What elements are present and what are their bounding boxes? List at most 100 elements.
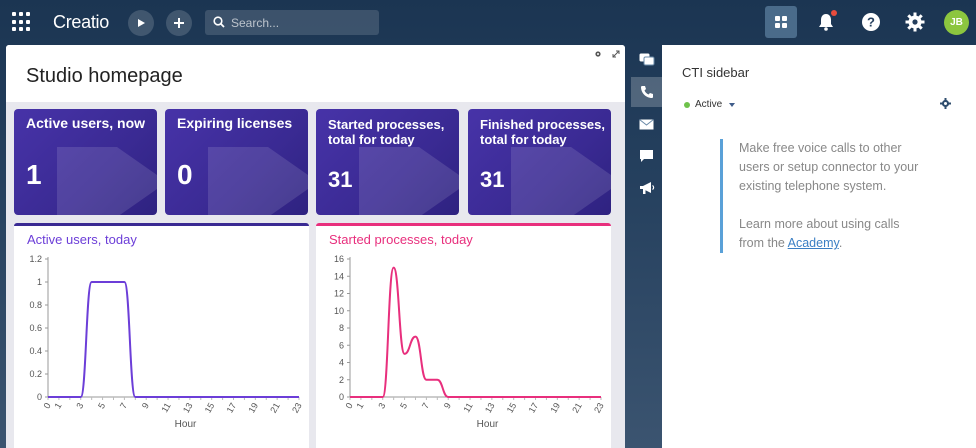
tile-finished-processes[interactable]: Finished processes, total for today 31 bbox=[468, 109, 611, 215]
help-button[interactable]: ? bbox=[860, 11, 882, 33]
x-tick-label: 3 bbox=[74, 401, 85, 410]
tile-caption: Expiring licenses bbox=[177, 115, 293, 131]
svg-text:?: ? bbox=[867, 15, 875, 30]
chart-card-started-processes: Started processes, today 0 2 4 6 8 10 12 14 16 0 1… bbox=[316, 223, 611, 448]
x-tick-label: 0 bbox=[344, 401, 355, 410]
y-tick-label: 0.8 bbox=[29, 300, 42, 310]
y-tick-label: 0 bbox=[37, 392, 42, 402]
series-line bbox=[48, 281, 299, 398]
cti-sidebar: CTI sidebar Active Make free voice calls… bbox=[662, 45, 976, 448]
x-tick-label: 21 bbox=[570, 401, 584, 415]
x-tick-label: 7 bbox=[118, 401, 129, 410]
tile-value: 0 bbox=[177, 159, 193, 190]
search-box[interactable] bbox=[205, 10, 379, 35]
page-title: Studio homepage bbox=[26, 65, 183, 87]
cti-status-selector[interactable]: Active bbox=[684, 99, 736, 110]
tile-expiring-licenses[interactable]: Expiring licenses 0 bbox=[165, 109, 308, 215]
grid-icon bbox=[775, 16, 787, 28]
communication-panel-strip bbox=[631, 45, 662, 448]
apps-menu-icon[interactable] bbox=[12, 12, 32, 32]
x-tick-label: 21 bbox=[268, 401, 282, 415]
started-processes-chart: 02468101214160 1 3 5 7 9 11 13 15 17 19 21 23Hour bbox=[334, 254, 606, 430]
strip-item-chats[interactable] bbox=[631, 45, 662, 75]
panel-settings-icon[interactable] bbox=[594, 50, 602, 58]
tile-active-users[interactable]: Active users, now 1 bbox=[14, 109, 157, 215]
y-tick-label: 4 bbox=[339, 358, 344, 368]
tile-value: 31 bbox=[480, 167, 505, 192]
search-icon bbox=[213, 16, 225, 28]
x-tick-label: 23 bbox=[592, 401, 606, 415]
y-tick-label: 0.6 bbox=[29, 323, 42, 333]
chart-accent-bar bbox=[316, 223, 611, 226]
x-axis-label: Hour bbox=[175, 419, 197, 430]
x-axis-label: Hour bbox=[477, 419, 499, 430]
run-process-button[interactable] bbox=[128, 10, 154, 36]
x-tick-label: 0 bbox=[42, 401, 53, 410]
x-tick-label: 11 bbox=[159, 401, 172, 414]
x-tick-label: 1 bbox=[354, 401, 365, 410]
settings-button[interactable] bbox=[904, 11, 926, 33]
chart-title: Active users, today bbox=[27, 232, 137, 247]
cti-settings-icon[interactable] bbox=[940, 98, 951, 109]
cti-learn-more: Learn more about using calls from the Ac… bbox=[739, 215, 920, 253]
chevron-down-icon bbox=[729, 102, 736, 107]
x-tick-label: 19 bbox=[246, 401, 260, 415]
top-bar: Creatio ? JB bbox=[0, 0, 976, 44]
cti-info-message: Make free voice calls to other users or … bbox=[720, 139, 920, 253]
x-tick-label: 23 bbox=[290, 401, 304, 415]
tile-value: 31 bbox=[328, 167, 353, 192]
cti-learn-more-suffix: . bbox=[838, 236, 843, 250]
expand-icon[interactable] bbox=[612, 50, 620, 58]
x-tick-label: 5 bbox=[96, 401, 107, 410]
envelope-icon bbox=[639, 118, 654, 129]
y-tick-label: 14 bbox=[334, 271, 344, 281]
tile-caption: Finished processes, total for today bbox=[480, 117, 605, 147]
gear-icon bbox=[905, 12, 925, 32]
strip-item-phone[interactable] bbox=[631, 77, 662, 107]
megaphone-icon bbox=[639, 182, 654, 194]
strip-item-feed[interactable] bbox=[631, 141, 662, 171]
x-tick-label: 13 bbox=[483, 401, 497, 415]
y-tick-label: 10 bbox=[334, 306, 344, 316]
tile-caption: Started processes, total for today bbox=[328, 117, 445, 147]
tile-decoration bbox=[57, 147, 157, 215]
x-tick-label: 13 bbox=[181, 401, 195, 415]
tile-started-processes[interactable]: Started processes, total for today 31 bbox=[316, 109, 459, 215]
y-tick-label: 1.2 bbox=[29, 254, 42, 264]
y-tick-label: 0.4 bbox=[29, 346, 42, 356]
x-tick-label: 15 bbox=[505, 401, 519, 415]
studio-homepage-panel: Studio homepage Active users, now 1 Expi… bbox=[6, 45, 625, 448]
strip-item-email[interactable] bbox=[631, 109, 662, 139]
series-line bbox=[350, 266, 601, 398]
phone-icon bbox=[640, 86, 653, 98]
y-tick-label: 8 bbox=[339, 323, 344, 333]
chart-accent-bar bbox=[14, 223, 309, 226]
y-tick-label: 0.2 bbox=[29, 369, 42, 379]
x-tick-label: 3 bbox=[376, 401, 387, 410]
tile-decoration bbox=[208, 147, 308, 215]
notification-badge bbox=[831, 10, 837, 16]
strip-item-announcements[interactable] bbox=[631, 173, 662, 203]
y-tick-label: 6 bbox=[339, 340, 344, 350]
search-input[interactable] bbox=[231, 10, 371, 35]
x-tick-label: 1 bbox=[52, 401, 63, 410]
plus-icon bbox=[174, 18, 184, 28]
user-avatar[interactable]: JB bbox=[944, 10, 969, 35]
y-tick-label: 1 bbox=[37, 277, 42, 287]
chart-card-active-users: Active users, today 0 0.2 0.4 0.6 0.8 1 1.2 0 1 3… bbox=[14, 223, 309, 448]
x-tick-label: 15 bbox=[203, 401, 217, 415]
x-tick-label: 5 bbox=[398, 401, 409, 410]
tile-value: 1 bbox=[26, 159, 42, 190]
status-indicator bbox=[684, 101, 690, 108]
x-tick-label: 19 bbox=[548, 401, 562, 415]
creatio-logo[interactable]: Creatio bbox=[53, 12, 109, 33]
x-tick-label: 9 bbox=[140, 401, 151, 410]
academy-link[interactable]: Academy bbox=[788, 236, 839, 250]
add-record-button[interactable] bbox=[166, 10, 192, 36]
y-tick-label: 0 bbox=[339, 392, 344, 402]
page-header: Studio homepage bbox=[6, 45, 625, 102]
dashboard-grid-button[interactable] bbox=[765, 6, 797, 38]
chart-title: Started processes, today bbox=[329, 232, 473, 247]
x-tick-label: 9 bbox=[442, 401, 453, 410]
x-tick-label: 11 bbox=[461, 401, 474, 414]
